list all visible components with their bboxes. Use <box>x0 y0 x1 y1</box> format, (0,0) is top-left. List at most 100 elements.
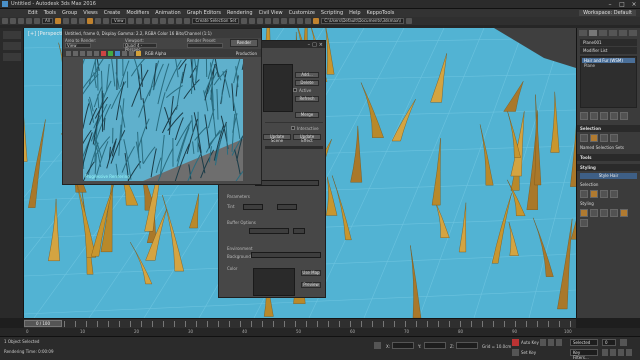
set-key-label[interactable]: Set Key <box>521 350 536 355</box>
green-channel-icon[interactable] <box>108 50 113 56</box>
keyboard-shortcut-override-icon[interactable] <box>144 18 151 24</box>
menu-group[interactable]: Group <box>62 10 77 16</box>
undo-icon[interactable] <box>2 18 8 24</box>
modify-tab-icon[interactable] <box>589 30 597 36</box>
selected-dropdown[interactable]: Selected <box>570 339 598 346</box>
save-image-icon[interactable] <box>66 50 71 56</box>
production-dropdown[interactable]: Production <box>236 51 257 56</box>
viewport-dropdown[interactable]: Quad 4 - Perspec <box>123 43 157 52</box>
rendered-image[interactable]: Progressive Rendering <box>83 59 243 181</box>
clear-icon[interactable] <box>94 50 99 56</box>
reference-coordinate-dropdown[interactable]: View <box>110 18 127 24</box>
effects-list[interactable] <box>263 64 293 112</box>
pivot-center-icon[interactable] <box>128 18 135 24</box>
minimize-icon[interactable]: – <box>604 0 616 8</box>
modifier-stack-item[interactable]: Plane <box>582 63 635 68</box>
update-scene-button[interactable]: Update Scene <box>263 134 291 143</box>
unlink-icon[interactable] <box>26 18 32 24</box>
tools-rollout-header[interactable]: Tools <box>577 154 640 161</box>
auto-key-icon[interactable] <box>512 339 519 346</box>
z-coordinate-field[interactable] <box>456 342 478 349</box>
track-bar[interactable]: 0 10 20 30 40 50 60 70 80 90 100 <box>0 328 640 336</box>
link-icon[interactable] <box>18 18 24 24</box>
dialog-maximize-icon[interactable]: □ <box>312 42 317 48</box>
render-final-field[interactable] <box>255 180 319 186</box>
style-hair-button[interactable]: Style Hair <box>580 173 637 179</box>
time-slider[interactable]: 0 / 100 <box>24 320 62 327</box>
layer-explorer-icon[interactable] <box>257 18 264 24</box>
x-coordinate-field[interactable] <box>392 342 414 349</box>
styling-rollout-header[interactable]: Styling <box>577 164 640 171</box>
hair-brush-icon[interactable] <box>580 209 588 217</box>
snaps-toggle-icon[interactable] <box>152 18 159 24</box>
guides-level-icon[interactable] <box>580 134 588 142</box>
app-logo-icon[interactable] <box>2 1 8 7</box>
modifier-list-dropdown[interactable]: Modifier List <box>580 47 637 54</box>
select-by-root-icon[interactable] <box>610 190 618 198</box>
tint-spinner[interactable] <box>243 204 263 210</box>
selection-filter-dropdown[interactable]: All <box>42 18 53 24</box>
make-unique-icon[interactable] <box>600 112 608 120</box>
go-to-start-icon[interactable] <box>540 339 546 346</box>
schematic-view-icon[interactable] <box>281 18 288 24</box>
current-frame-field[interactable]: 0 <box>602 339 616 346</box>
select-manipulate-icon[interactable] <box>136 18 143 24</box>
face-level-icon[interactable] <box>590 134 598 142</box>
angle-snap-icon[interactable] <box>160 18 167 24</box>
scale-icon[interactable] <box>102 18 109 24</box>
strip-button-2[interactable] <box>2 42 21 50</box>
utilities-tab-icon[interactable] <box>629 30 637 36</box>
menu-create[interactable]: Create <box>104 10 121 16</box>
merge-button[interactable]: Merge <box>295 112 319 118</box>
curve-editor-icon[interactable] <box>273 18 280 24</box>
select-guide-vertices-icon[interactable] <box>600 190 608 198</box>
menu-modifiers[interactable]: Modifiers <box>126 10 149 16</box>
motion-tab-icon[interactable] <box>609 30 617 36</box>
menu-tools[interactable]: Tools <box>44 10 56 16</box>
copy-image-icon[interactable] <box>73 50 78 56</box>
update-effect-button[interactable]: Update Effect <box>293 134 321 143</box>
create-tab-icon[interactable] <box>579 30 587 36</box>
menu-scripting[interactable]: Scripting <box>321 10 343 16</box>
select-by-name-icon[interactable] <box>62 18 69 24</box>
strip-button-3[interactable] <box>2 53 21 61</box>
configure-sets-icon[interactable] <box>620 112 628 120</box>
active-checkbox[interactable] <box>293 88 297 92</box>
named-selection-dropdown[interactable]: Create Selection Set <box>192 18 240 24</box>
blue-channel-icon[interactable] <box>115 50 120 56</box>
close-icon[interactable]: × <box>628 0 640 8</box>
set-key-icon[interactable] <box>512 349 519 356</box>
zoom-icon[interactable] <box>602 349 608 356</box>
menu-customize[interactable]: Customize <box>289 10 315 16</box>
render-button[interactable]: Render <box>230 39 258 47</box>
bind-space-warp-icon[interactable] <box>34 18 40 24</box>
maximize-viewport-icon[interactable] <box>626 349 632 356</box>
interactive-checkbox[interactable] <box>291 126 295 130</box>
move-icon[interactable] <box>86 18 93 24</box>
menu-graph-editors[interactable]: Graph Editors <box>187 10 221 16</box>
area-to-render-dropdown[interactable]: View <box>65 43 91 48</box>
menu-animation[interactable]: Animation <box>155 10 181 16</box>
buffer-spinner[interactable] <box>293 228 305 234</box>
pin-stack-icon[interactable] <box>580 112 588 120</box>
tint-value-field[interactable] <box>277 204 297 210</box>
render-setup-icon[interactable] <box>297 18 304 24</box>
spinner-snap-icon[interactable] <box>176 18 183 24</box>
remove-modifier-icon[interactable] <box>610 112 618 120</box>
rectangle-selection-icon[interactable] <box>70 18 77 24</box>
element-level-icon[interactable] <box>610 134 618 142</box>
redo-icon[interactable] <box>10 18 16 24</box>
edit-named-selection-icon[interactable] <box>184 18 191 24</box>
material-editor-icon[interactable] <box>289 18 296 24</box>
ignore-backfacing-icon[interactable] <box>620 209 628 217</box>
menu-civil-view[interactable]: Civil View <box>259 10 283 16</box>
delete-button[interactable]: Delete <box>295 80 319 86</box>
selection-rollout-header[interactable]: Selection <box>577 125 640 132</box>
strip-button-1[interactable] <box>2 31 21 39</box>
select-tips-icon[interactable] <box>580 190 588 198</box>
menu-edit[interactable]: Edit <box>28 10 38 16</box>
window-crossing-icon[interactable] <box>78 18 85 24</box>
display-tab-icon[interactable] <box>619 30 627 36</box>
hair-cut-icon[interactable] <box>590 209 598 217</box>
show-end-result-icon[interactable] <box>590 112 598 120</box>
